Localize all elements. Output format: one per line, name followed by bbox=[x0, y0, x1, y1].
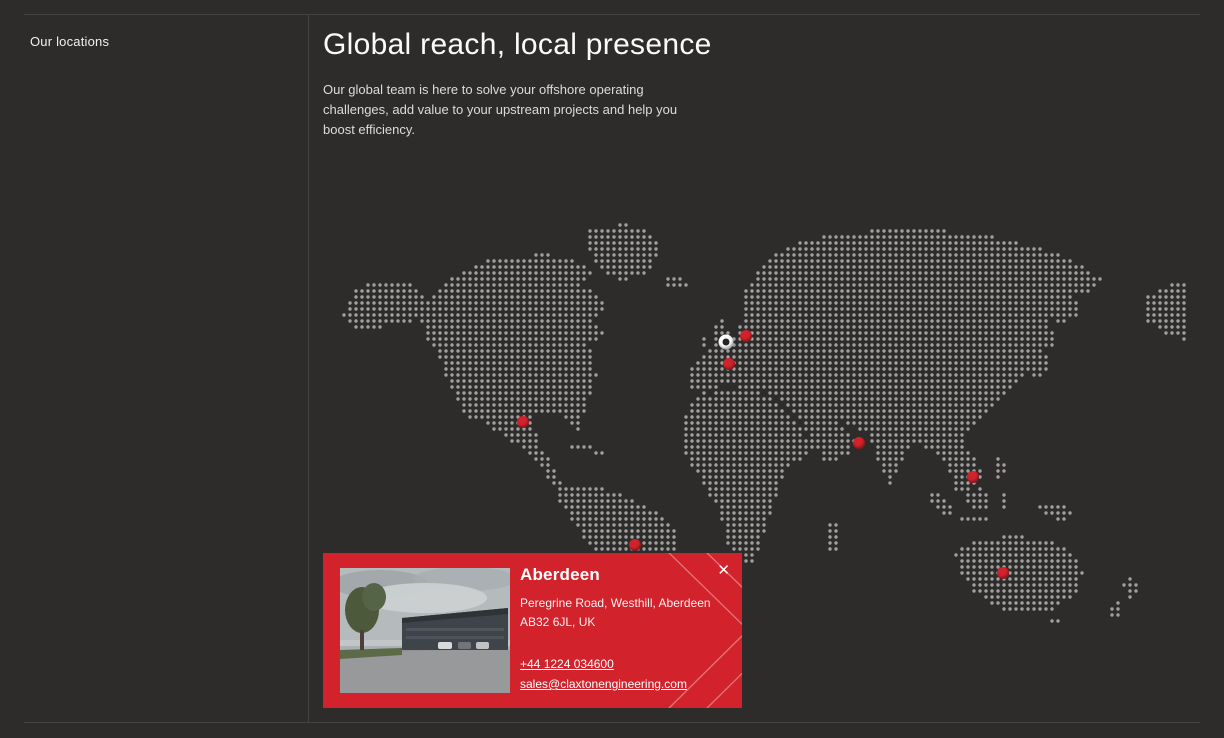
sidebar-divider bbox=[308, 14, 309, 723]
map-marker[interactable] bbox=[517, 416, 529, 428]
location-popup: ✕ Aberdeen Peregrine Road, Westhill, Abe… bbox=[323, 553, 742, 708]
map-marker[interactable] bbox=[853, 437, 865, 449]
page: Our locations Global reach, local presen… bbox=[0, 0, 1224, 738]
office-exterior-image bbox=[340, 568, 510, 693]
popup-phone-link[interactable]: +44 1224 034600 bbox=[520, 655, 738, 674]
map-marker[interactable] bbox=[629, 539, 641, 551]
map-marker[interactable] bbox=[997, 567, 1009, 579]
page-description: Our global team is here to solve your of… bbox=[323, 80, 693, 140]
sidebar-label: Our locations bbox=[30, 34, 109, 49]
page-title: Global reach, local presence bbox=[323, 28, 712, 62]
map-marker-selected[interactable] bbox=[719, 335, 734, 350]
popup-links: +44 1224 034600 sales@claxtonengineering… bbox=[520, 655, 738, 694]
popup-body: Aberdeen Peregrine Road, Westhill, Aberd… bbox=[520, 565, 738, 694]
close-icon[interactable]: ✕ bbox=[713, 559, 734, 582]
popup-city: Aberdeen bbox=[520, 565, 738, 585]
top-divider bbox=[24, 14, 1200, 15]
bottom-divider bbox=[24, 722, 1200, 723]
map-marker[interactable] bbox=[740, 330, 752, 342]
popup-address: Peregrine Road, Westhill, Aberdeen AB32 … bbox=[520, 594, 738, 632]
map-marker[interactable] bbox=[723, 358, 735, 370]
popup-email-link[interactable]: sales@claxtonengineering.com bbox=[520, 675, 738, 694]
map-marker[interactable] bbox=[967, 471, 979, 483]
location-photo bbox=[340, 568, 510, 693]
